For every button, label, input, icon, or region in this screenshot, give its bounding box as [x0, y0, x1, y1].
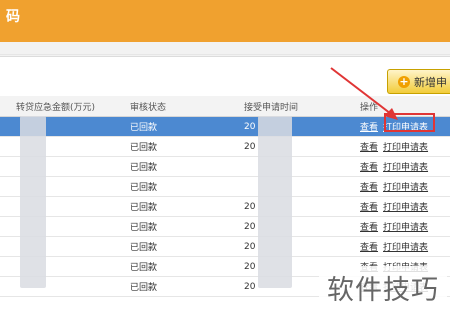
page-title: 码	[6, 9, 21, 25]
status-cell: 已回款	[126, 136, 240, 157]
status-cell: 已回款	[126, 156, 240, 177]
actions-cell: 查看打印申请表	[356, 196, 450, 217]
view-link[interactable]: 查看	[360, 223, 378, 233]
actions-cell: 查看打印申请表	[356, 156, 450, 177]
status-cell: 已回款	[126, 256, 240, 277]
row-select-cell	[0, 196, 12, 217]
print-application-link[interactable]: 打印申请表	[383, 163, 428, 173]
table-row[interactable]: 已回款20查看打印申请表	[0, 216, 450, 237]
row-select-cell	[0, 256, 12, 277]
watermark: 软件技巧	[319, 266, 447, 316]
print-application-link[interactable]: 打印申请表	[383, 223, 428, 233]
view-link[interactable]: 查看	[360, 243, 378, 253]
status-cell: 已回款	[126, 176, 240, 197]
column-header-time: 接受申请时间	[240, 96, 356, 117]
view-link[interactable]: 查看	[360, 163, 378, 173]
row-select-cell	[0, 116, 12, 137]
table-header-row: 转贷应急金额(万元) 审核状态 接受申请时间 操作	[0, 96, 450, 117]
view-link[interactable]: 查看	[360, 183, 378, 193]
table-row[interactable]: 已回款20查看打印申请表	[0, 236, 450, 257]
status-cell: 已回款	[126, 236, 240, 257]
table-row[interactable]: 已回款 查看 打印申请表	[0, 156, 450, 177]
print-application-link[interactable]: 打印申请表	[383, 203, 428, 213]
status-cell: 已回款	[126, 196, 240, 217]
row-select-cell	[0, 176, 12, 197]
top-bar: 码	[0, 0, 450, 42]
actions-cell: 查看打印申请表	[356, 216, 450, 237]
view-link[interactable]: 查看	[360, 203, 378, 213]
actions-cell: 查看打印申请表	[356, 136, 450, 157]
column-header-select	[0, 96, 12, 117]
redacted-time	[258, 116, 292, 288]
status-cell: 已回款	[126, 216, 240, 237]
status-cell: 已回款	[126, 276, 240, 297]
row-select-cell	[0, 136, 12, 157]
row-select-cell	[0, 236, 12, 257]
highlight-box	[384, 113, 435, 132]
actions-cell: 查看打印申请表	[356, 176, 450, 197]
actions-cell: 查看打印申请表	[356, 236, 450, 257]
row-select-cell	[0, 156, 12, 177]
print-application-link[interactable]: 打印申请表	[383, 143, 428, 153]
table-row[interactable]: 已回款20查看打印申请表	[0, 196, 450, 217]
view-link[interactable]: 查看	[360, 143, 378, 153]
plus-icon: +	[398, 74, 410, 88]
print-application-link[interactable]: 打印申请表	[383, 243, 428, 253]
status-cell: 已回款	[126, 116, 240, 137]
redacted-amount	[20, 116, 46, 288]
add-button[interactable]: + 新增申	[387, 69, 450, 94]
table-row[interactable]: 已回款 查看 打印申请表	[0, 176, 450, 197]
view-link[interactable]: 查看	[360, 123, 378, 133]
table-row[interactable]: 已回款20查看打印申请表	[0, 136, 450, 157]
row-select-cell	[0, 216, 12, 237]
column-header-amount: 转贷应急金额(万元)	[12, 96, 126, 117]
column-header-status: 审核状态	[126, 96, 240, 117]
row-select-cell	[0, 276, 12, 297]
table-row[interactable]: 已回款20查看打印申请表	[0, 116, 450, 137]
print-application-link[interactable]: 打印申请表	[383, 183, 428, 193]
divider	[0, 54, 450, 55]
add-button-label: 新增申	[414, 75, 447, 89]
